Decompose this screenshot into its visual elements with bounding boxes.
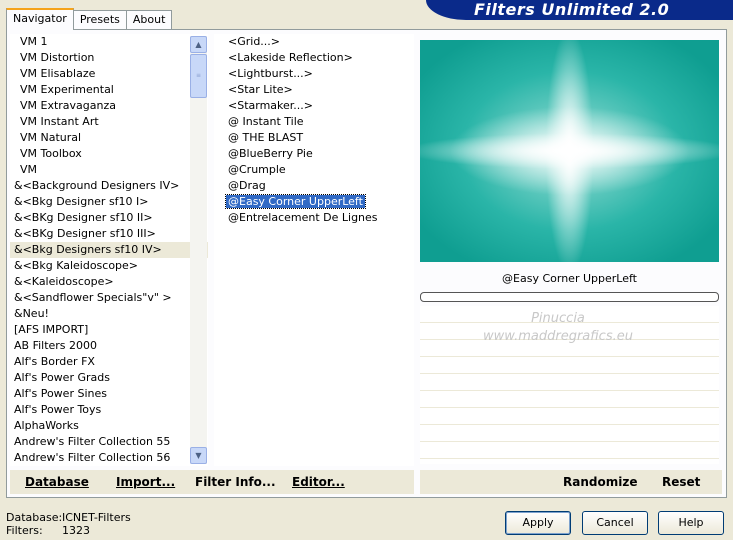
category-item[interactable]: Alf's Power Grads xyxy=(10,370,208,386)
category-item[interactable]: Alf's Border FX xyxy=(10,354,208,370)
filter-list[interactable]: <Grid...> <Lakeside Reflection> <Lightburs… xyxy=(214,34,414,466)
tab-presets[interactable]: Presets xyxy=(72,10,127,30)
filter-item-label: <Lightburst...> xyxy=(228,67,313,80)
filter-item-label: <Star Lite> xyxy=(228,83,293,96)
filter-item-label: @Crumple xyxy=(228,163,286,176)
tab-about[interactable]: About xyxy=(125,10,173,30)
filter-item[interactable]: @Crumple xyxy=(214,162,414,178)
filter-item-label: @Easy Corner UpperLeft xyxy=(225,194,366,209)
category-item[interactable]: &<BKg Designer sf10 II> xyxy=(10,210,208,226)
filter-item[interactable]: @ Instant Tile xyxy=(214,114,414,130)
reset-button[interactable]: Reset xyxy=(662,470,700,494)
filter-item[interactable]: @Easy Corner UpperLeft xyxy=(214,194,414,210)
progress-bar xyxy=(420,292,719,302)
apply-button[interactable]: Apply xyxy=(505,511,571,535)
scroll-up-icon[interactable]: ▲ xyxy=(190,36,207,53)
filter-item[interactable]: @Entrelacement De Lignes xyxy=(214,210,414,226)
filters-label: Filters: xyxy=(6,524,43,537)
category-item[interactable]: VM Experimental xyxy=(10,82,208,98)
category-item[interactable]: VM Natural xyxy=(10,130,208,146)
filter-item[interactable]: @BlueBerry Pie xyxy=(214,146,414,162)
filter-item[interactable]: <Lakeside Reflection> xyxy=(214,50,414,66)
database-value: ICNET-Filters xyxy=(62,511,131,524)
help-button[interactable]: Help xyxy=(658,511,724,535)
category-item[interactable]: &<Bkg Kaleidoscope> xyxy=(10,258,208,274)
editor-button[interactable]: Editor... xyxy=(292,470,345,494)
category-item[interactable]: VM Elisablaze xyxy=(10,66,208,82)
list-toolbar: Database Import... Filter Info... Editor… xyxy=(10,470,414,494)
database-label: Database: xyxy=(6,511,63,524)
category-item[interactable]: AlphaWorks xyxy=(10,418,208,434)
category-item[interactable]: Alf's Power Sines xyxy=(10,386,208,402)
watermark-name: Pinuccia xyxy=(531,311,585,326)
category-item[interactable]: &<Bkg Designer sf10 I> xyxy=(10,194,208,210)
category-item[interactable]: &<BKg Designer sf10 III> xyxy=(10,226,208,242)
category-item[interactable]: Andrew's Filter Collection 56 xyxy=(10,450,208,466)
filter-item-label: <Lakeside Reflection> xyxy=(228,51,353,64)
app-title: Filters Unlimited 2.0 xyxy=(474,0,670,19)
category-item[interactable]: [AFS IMPORT] xyxy=(10,322,208,338)
selected-filter-name: @Easy Corner UpperLeft xyxy=(502,272,637,285)
cancel-button[interactable]: Cancel xyxy=(582,511,648,535)
app-title-banner: Filters Unlimited 2.0 xyxy=(426,0,733,20)
filter-item-label: @Drag xyxy=(228,179,266,192)
filter-item[interactable]: <Grid...> xyxy=(214,34,414,50)
filter-item-label: <Grid...> xyxy=(228,35,281,48)
filter-item-label: @Entrelacement De Lignes xyxy=(228,211,378,224)
import-button[interactable]: Import... xyxy=(116,470,175,494)
tab-navigator[interactable]: Navigator xyxy=(6,8,74,30)
category-item[interactable]: &<Bkg Designers sf10 IV> xyxy=(10,242,208,258)
tab-bar: Navigator Presets About xyxy=(6,8,173,30)
preview-toolbar: Randomize Reset xyxy=(420,470,722,494)
category-item[interactable]: VM Instant Art xyxy=(10,114,208,130)
category-item[interactable]: VM 1 xyxy=(10,34,208,50)
category-item[interactable]: AB Filters 2000 xyxy=(10,338,208,354)
filter-item-label: @BlueBerry Pie xyxy=(228,147,313,160)
filter-item-label: @ THE BLAST xyxy=(228,131,304,144)
scroll-thumb[interactable]: ≡ xyxy=(190,54,207,98)
category-scrollbar[interactable]: ▲ ≡ ▼ xyxy=(190,36,207,464)
watermark-url: www.maddregrafics.eu xyxy=(483,329,633,344)
watermark: Pinuccia www.maddregrafics.eu xyxy=(408,310,708,346)
filter-item[interactable]: @Drag xyxy=(214,178,414,194)
category-item[interactable]: &Neu! xyxy=(10,306,208,322)
category-item[interactable]: Alf's Power Toys xyxy=(10,402,208,418)
filter-item[interactable]: <Star Lite> xyxy=(214,82,414,98)
filter-info-button[interactable]: Filter Info... xyxy=(195,470,276,494)
status-info: Database:ICNET-Filters Filters: 1323 xyxy=(6,511,131,537)
category-item[interactable]: &<Kaleidoscope> xyxy=(10,274,208,290)
scroll-down-icon[interactable]: ▼ xyxy=(190,447,207,464)
randomize-button[interactable]: Randomize xyxy=(563,470,637,494)
category-item[interactable]: VM xyxy=(10,162,208,178)
category-item[interactable]: VM Extravaganza xyxy=(10,98,208,114)
category-list[interactable]: VM 1 VM Distortion VM Elisablaze VM Experim… xyxy=(10,34,208,466)
preview-image xyxy=(420,40,719,262)
database-button[interactable]: Database xyxy=(25,470,89,494)
filters-count: 1323 xyxy=(62,524,90,537)
filter-item-label: <Starmaker...> xyxy=(228,99,314,112)
category-item[interactable]: Andrew's Filter Collection 55 xyxy=(10,434,208,450)
filter-item[interactable]: @ THE BLAST xyxy=(214,130,414,146)
category-item[interactable]: &<Sandflower Specials"v" > xyxy=(10,290,208,306)
category-item[interactable]: &<Background Designers IV> xyxy=(10,178,208,194)
category-item[interactable]: VM Toolbox xyxy=(10,146,208,162)
filter-item[interactable]: <Starmaker...> xyxy=(214,98,414,114)
filter-item-label: @ Instant Tile xyxy=(228,115,304,128)
filter-item[interactable]: <Lightburst...> xyxy=(214,66,414,82)
category-item[interactable]: VM Distortion xyxy=(10,50,208,66)
